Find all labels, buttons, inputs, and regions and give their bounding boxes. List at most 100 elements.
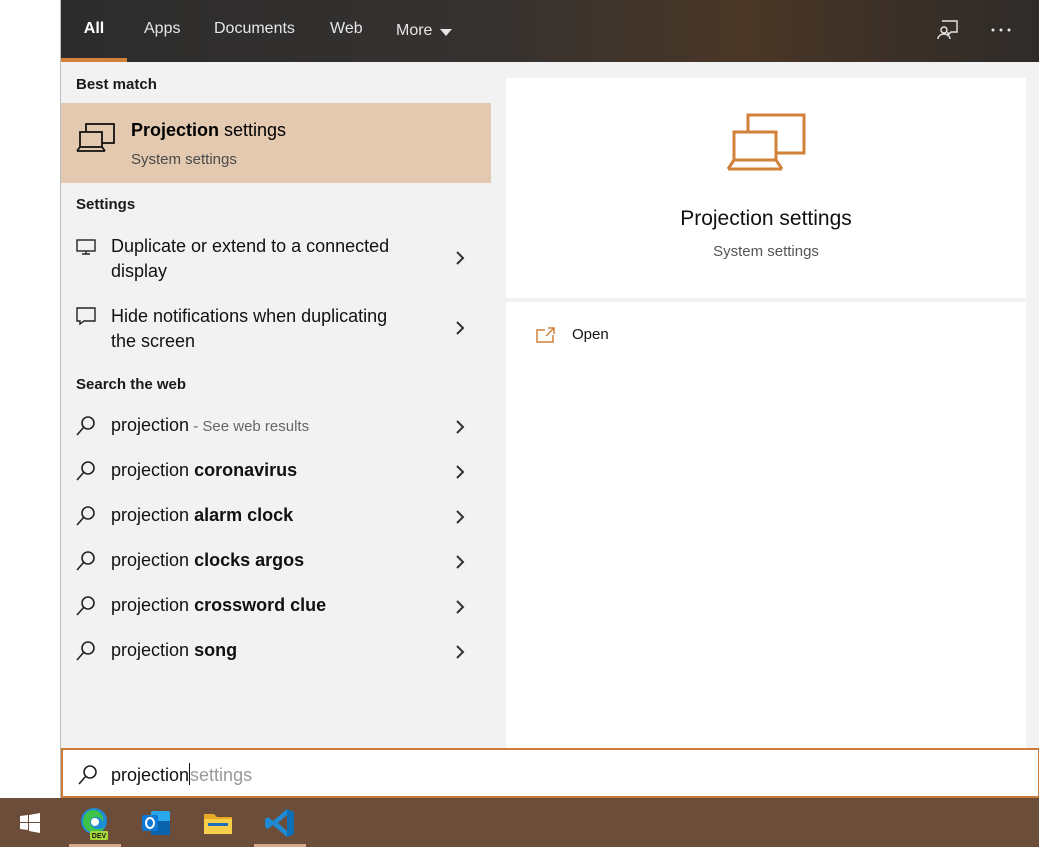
open-action-label: Open xyxy=(572,326,609,343)
tab-all-label: All xyxy=(83,20,105,37)
tab-more-label: More xyxy=(396,22,433,39)
preview-title: Projection settings xyxy=(680,207,852,230)
web-result-bold: alarm clock xyxy=(194,505,294,525)
settings-item-line2: the screen xyxy=(111,331,196,351)
taskbar-outlook[interactable] xyxy=(130,798,182,847)
projection-large-icon xyxy=(726,112,808,179)
preview-subtitle: System settings xyxy=(713,243,819,260)
search-web-header: Search the web xyxy=(76,376,187,393)
best-match-item[interactable]: Projection settings System settings xyxy=(61,103,491,183)
best-match-title-rest: settings xyxy=(219,120,287,140)
settings-item-line2: display xyxy=(111,261,168,281)
chevron-right-icon[interactable] xyxy=(454,419,466,435)
web-result-prefix: projection xyxy=(111,550,195,570)
preview-header: Projection settings System settings xyxy=(506,78,1026,298)
web-result-item[interactable]: projection clocks argos xyxy=(61,547,491,577)
settings-item-line1: Hide notifications when duplicating xyxy=(111,306,388,326)
outlook-icon xyxy=(142,810,170,835)
search-icon xyxy=(75,595,97,622)
projection-icon xyxy=(76,123,118,162)
chevron-right-icon[interactable] xyxy=(454,554,466,570)
edge-dev-icon: DEV xyxy=(81,807,108,840)
more-options-icon[interactable] xyxy=(987,16,1015,44)
search-icon xyxy=(75,415,97,442)
web-result-item[interactable]: projection coronavirus xyxy=(61,457,491,487)
tab-all[interactable]: All xyxy=(61,0,127,62)
desktop-background xyxy=(0,0,60,798)
settings-item-duplicate-extend[interactable]: Duplicate or extend to a connected displ… xyxy=(61,232,491,292)
web-result-bold: coronavirus xyxy=(194,460,298,480)
web-result-bold: clocks argos xyxy=(194,550,305,570)
monitor-icon xyxy=(75,238,97,261)
search-icon xyxy=(77,764,99,791)
vscode-icon xyxy=(265,808,294,837)
settings-item-label: Hide notifications when duplicating the … xyxy=(111,304,387,354)
chevron-right-icon[interactable] xyxy=(454,644,466,660)
web-result-item[interactable]: projection song xyxy=(61,637,491,667)
web-result-bold: song xyxy=(194,640,238,660)
web-result-label: projection alarm clock xyxy=(111,503,293,528)
web-result-label: projection crossword clue xyxy=(111,593,326,618)
tab-documents[interactable]: Documents xyxy=(214,0,295,62)
tab-more[interactable]: More xyxy=(396,0,453,62)
search-scope-tabs: All Apps Documents Web More xyxy=(61,0,1039,62)
web-result-item[interactable]: projection alarm clock xyxy=(61,502,491,532)
web-result-label: projection clocks argos xyxy=(111,548,304,573)
preview-actions: Open xyxy=(506,302,1026,748)
edge-dev-badge: DEV xyxy=(92,833,107,840)
notification-icon xyxy=(75,306,97,331)
tab-documents-label: Documents xyxy=(214,20,295,37)
windows-start-button[interactable] xyxy=(4,798,56,847)
web-result-prefix: projection xyxy=(111,460,195,480)
chevron-right-icon[interactable] xyxy=(454,320,466,336)
windows-logo-icon xyxy=(20,812,40,833)
web-result-item[interactable]: projection - See web results xyxy=(61,412,491,442)
settings-item-line1: Duplicate or extend to a connected xyxy=(111,236,390,256)
search-icon xyxy=(75,550,97,577)
search-icon xyxy=(75,460,97,487)
web-result-item[interactable]: projection crossword clue xyxy=(61,592,491,622)
search-input[interactable]: projectionsettings xyxy=(61,748,1039,798)
open-icon xyxy=(536,326,555,343)
results-list: Best match Projection settings System se… xyxy=(61,62,491,748)
web-result-bold: crossword clue xyxy=(194,595,327,615)
web-result-prefix: projection xyxy=(111,595,195,615)
taskbar-vscode[interactable] xyxy=(254,798,306,847)
chevron-right-icon[interactable] xyxy=(454,599,466,615)
search-autocomplete-suggestion: settings xyxy=(190,765,253,785)
taskbar-edge-dev[interactable]: DEV xyxy=(69,798,121,847)
taskbar-file-explorer[interactable] xyxy=(192,798,244,847)
web-result-label: projection song xyxy=(111,638,237,663)
open-action[interactable]: Open xyxy=(536,326,609,343)
best-match-subtitle: System settings xyxy=(131,151,237,168)
search-icon xyxy=(75,505,97,532)
web-result-prefix: projection xyxy=(111,415,190,435)
best-match-title: Projection settings xyxy=(131,120,286,141)
search-panel: All Apps Documents Web More Best match P… xyxy=(60,0,1039,798)
search-typed-text: projection xyxy=(111,765,190,785)
settings-item-hide-notifications[interactable]: Hide notifications when duplicating the … xyxy=(61,302,491,362)
best-match-title-bold: Projection xyxy=(131,120,220,140)
search-icon xyxy=(75,640,97,667)
folder-icon xyxy=(204,813,232,834)
chevron-right-icon[interactable] xyxy=(454,464,466,480)
chevron-right-icon[interactable] xyxy=(454,509,466,525)
tab-web[interactable]: Web xyxy=(330,0,363,62)
feedback-icon[interactable] xyxy=(934,16,962,44)
tab-apps-label: Apps xyxy=(144,20,181,37)
web-result-prefix: projection xyxy=(111,505,195,525)
web-result-prefix: projection xyxy=(111,640,195,660)
tab-apps[interactable]: Apps xyxy=(144,0,180,62)
settings-item-label: Duplicate or extend to a connected displ… xyxy=(111,234,389,284)
web-result-label: projection coronavirus xyxy=(111,458,297,483)
caret-down-icon xyxy=(440,28,453,36)
preview-pane: Projection settings System settings Open xyxy=(506,78,1026,748)
web-result-hint: - See web results xyxy=(189,418,310,435)
chevron-right-icon[interactable] xyxy=(454,250,466,266)
web-result-label: projection - See web results xyxy=(111,413,309,439)
tab-web-label: Web xyxy=(330,20,363,37)
taskbar: DEV xyxy=(0,798,1039,847)
search-query: projectionsettings xyxy=(111,763,252,786)
best-match-header: Best match xyxy=(76,76,157,93)
settings-header: Settings xyxy=(76,196,136,213)
